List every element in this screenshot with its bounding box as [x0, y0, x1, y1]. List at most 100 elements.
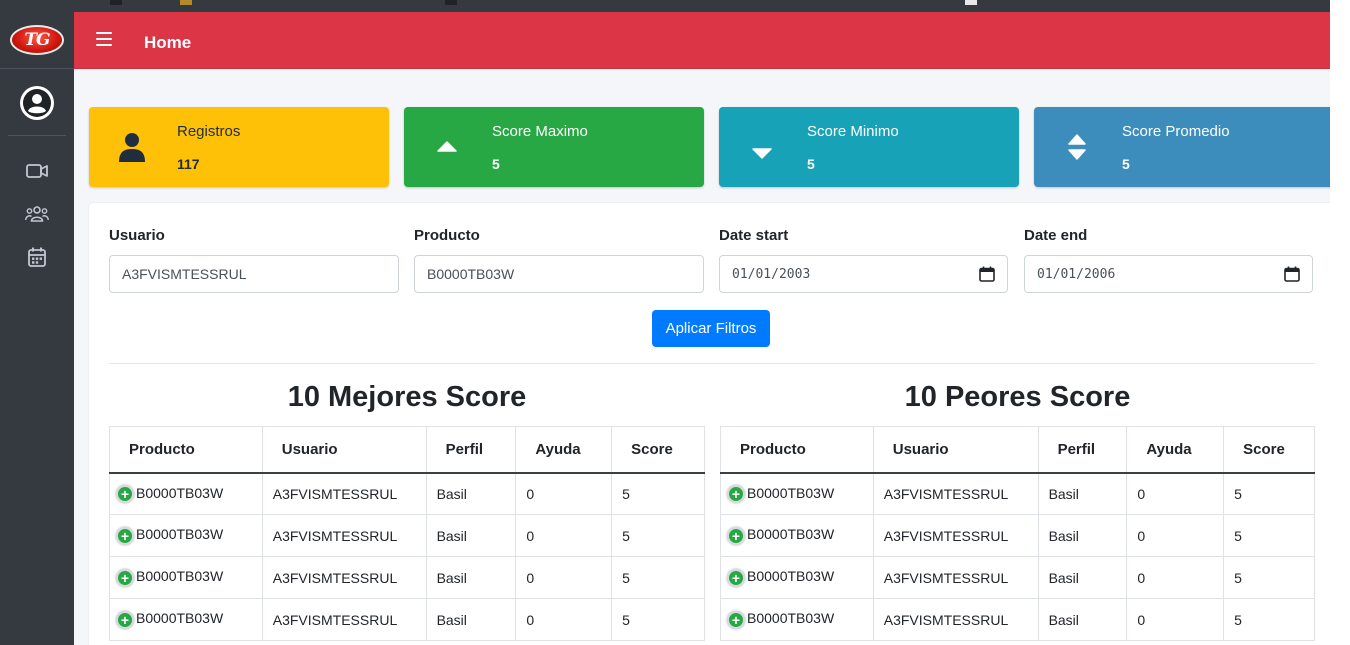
cell-usuario: A3FVISMTESSRUL: [872, 472, 1039, 515]
table-header-row: Producto Usuario Perfil Ayuda Score: [109, 426, 705, 474]
browser-strip: [0, 0, 1330, 12]
cell-score: 5: [611, 598, 705, 641]
app-root: TG Home Registros 117 Score Maximo 5 Sco…: [0, 0, 1350, 645]
cell-ayuda: 0: [1126, 472, 1225, 515]
cell-ayuda: 0: [515, 514, 613, 557]
sidebar-item-video[interactable]: [25, 160, 49, 182]
video-camera-icon: [26, 164, 48, 178]
date-start-value: 01/01/2003: [732, 267, 811, 282]
column-header-score[interactable]: Score: [611, 426, 705, 474]
cell-ayuda: 0: [1126, 556, 1225, 599]
user-panel[interactable]: [8, 70, 66, 136]
cell-producto: B0000TB03W: [747, 568, 835, 585]
producto-input[interactable]: B0000TB03W: [414, 255, 704, 293]
caret-up-icon: [437, 141, 457, 152]
table-row: + B0000TB03W A3FVISMTESSRUL Basil 0 5: [109, 472, 705, 515]
cell-perfil: Basil: [425, 472, 517, 515]
cell-score: 5: [1223, 556, 1315, 599]
cell-perfil: Basil: [1037, 514, 1128, 557]
table-row: + B0000TB03W A3FVISMTESSRUL Basil 0 5: [109, 556, 705, 599]
cell-score: 5: [1223, 514, 1315, 557]
expand-row-icon[interactable]: +: [116, 526, 134, 545]
date-start-input[interactable]: 01/01/2003: [719, 255, 1008, 293]
brand-logo: TG: [10, 25, 64, 55]
stat-box-score-promedio: Score Promedio 5: [1034, 107, 1334, 187]
cell-score: 5: [611, 514, 705, 557]
column-header-usuario[interactable]: Usuario: [872, 426, 1039, 474]
calendar-picker-icon[interactable]: [1284, 266, 1300, 282]
cell-producto: B0000TB03W: [747, 610, 835, 627]
column-header-perfil[interactable]: Perfil: [425, 426, 517, 474]
usuario-input[interactable]: A3FVISMTESSRUL: [109, 255, 399, 293]
date-end-label: Date end: [1024, 227, 1088, 244]
column-header-score[interactable]: Score: [1223, 426, 1315, 474]
cell-producto: B0000TB03W: [747, 526, 835, 543]
cell-perfil: Basil: [1037, 556, 1128, 599]
expand-row-icon[interactable]: +: [116, 568, 134, 587]
filter-card: Usuario A3FVISMTESSRUL Producto B0000TB0…: [89, 203, 1330, 645]
worst-score-table: Producto Usuario Perfil Ayuda Score + B00…: [720, 426, 1315, 641]
calendar-icon: [28, 247, 46, 267]
expand-row-icon[interactable]: +: [727, 484, 745, 503]
table-row: + B0000TB03W A3FVISMTESSRUL Basil 0 5: [720, 514, 1315, 557]
cell-usuario: A3FVISMTESSRUL: [261, 556, 427, 599]
cell-producto: B0000TB03W: [747, 484, 835, 501]
cell-producto: B0000TB03W: [136, 526, 224, 543]
table-row: + B0000TB03W A3FVISMTESSRUL Basil 0 5: [109, 598, 705, 641]
sidebar-item-users[interactable]: [25, 203, 49, 225]
cell-ayuda: 0: [1126, 514, 1225, 557]
cell-perfil: Basil: [1037, 472, 1128, 515]
expand-row-icon[interactable]: +: [116, 610, 134, 629]
cell-perfil: Basil: [425, 514, 517, 557]
column-header-producto[interactable]: Producto: [720, 426, 874, 474]
avatar: [20, 85, 54, 120]
column-header-producto[interactable]: Producto: [109, 426, 263, 474]
cell-perfil: Basil: [1037, 598, 1128, 641]
menu-toggle-button[interactable]: [96, 32, 112, 46]
stat-box-score-maximo: Score Maximo 5: [404, 107, 704, 187]
column-header-usuario[interactable]: Usuario: [261, 426, 427, 474]
cell-ayuda: 0: [515, 598, 613, 641]
stat-value: 5: [807, 156, 815, 172]
calendar-picker-icon[interactable]: [979, 266, 995, 282]
cell-ayuda: 0: [1126, 598, 1225, 641]
user-circle-icon: [23, 88, 51, 117]
table-row: + B0000TB03W A3FVISMTESSRUL Basil 0 5: [720, 472, 1315, 515]
best-score-table: Producto Usuario Perfil Ayuda Score + B00…: [109, 426, 705, 641]
stat-box-registros: Registros 117: [89, 107, 389, 187]
column-header-ayuda[interactable]: Ayuda: [515, 426, 613, 474]
expand-row-icon[interactable]: +: [727, 568, 745, 587]
user-icon: [119, 133, 145, 162]
cell-score: 5: [1223, 598, 1315, 641]
expand-row-icon[interactable]: +: [116, 484, 134, 503]
main-content: Registros 117 Score Maximo 5 Score Minim…: [74, 69, 1334, 645]
stat-label: Score Minimo: [807, 123, 899, 140]
expand-row-icon[interactable]: +: [727, 610, 745, 629]
cell-usuario: A3FVISMTESSRUL: [261, 472, 427, 515]
worst-score-title: 10 Peores Score: [904, 381, 1131, 413]
cell-usuario: A3FVISMTESSRUL: [872, 556, 1039, 599]
best-score-title: 10 Mejores Score: [287, 381, 527, 413]
expand-row-icon[interactable]: +: [727, 526, 745, 545]
producto-label: Producto: [414, 227, 480, 244]
column-header-perfil[interactable]: Perfil: [1037, 426, 1128, 474]
caret-down-icon: [752, 148, 772, 159]
sidebar: TG: [0, 0, 74, 645]
cell-producto: B0000TB03W: [136, 568, 224, 585]
usuario-label: Usuario: [109, 227, 165, 244]
stat-value: 117: [177, 156, 200, 172]
cell-ayuda: 0: [515, 472, 613, 515]
brand-logo-link[interactable]: TG: [0, 12, 74, 69]
page-title: Home: [144, 33, 192, 52]
cell-score: 5: [611, 472, 705, 515]
cell-producto: B0000TB03W: [136, 610, 224, 627]
column-header-ayuda[interactable]: Ayuda: [1126, 426, 1225, 474]
table-row: + B0000TB03W A3FVISMTESSRUL Basil 0 5: [720, 598, 1315, 641]
apply-filters-button[interactable]: Aplicar Filtros: [652, 310, 770, 347]
table-row: + B0000TB03W A3FVISMTESSRUL Basil 0 5: [109, 514, 705, 557]
sidebar-item-calendar[interactable]: [25, 246, 49, 268]
stat-value: 5: [1122, 156, 1130, 172]
cell-usuario: A3FVISMTESSRUL: [872, 598, 1039, 641]
stat-label: Registros: [177, 123, 241, 140]
date-end-input[interactable]: 01/01/2006: [1024, 255, 1313, 293]
